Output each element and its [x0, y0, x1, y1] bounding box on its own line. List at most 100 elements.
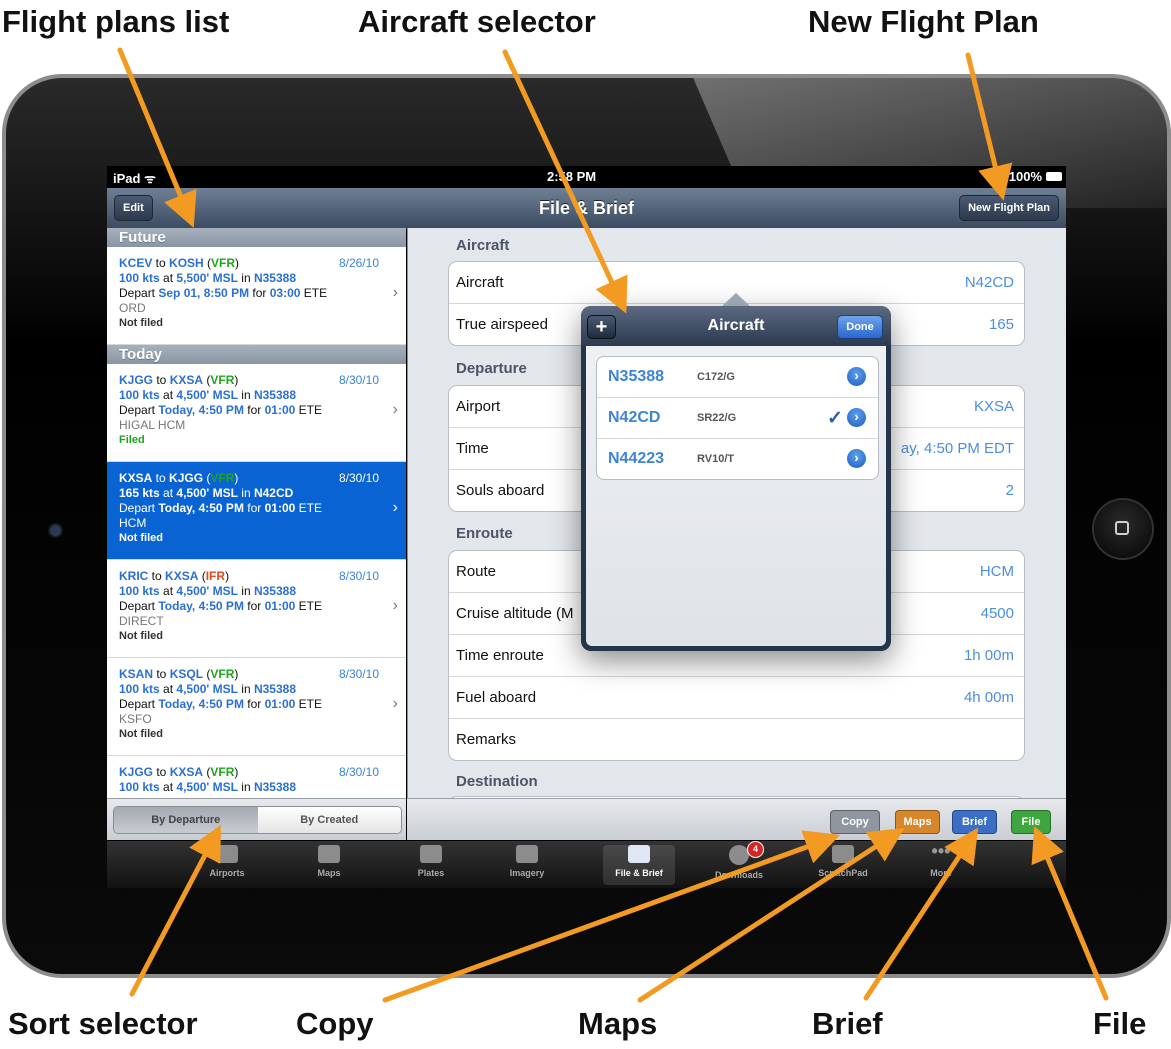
altitude: 4,500' MSL: [176, 486, 238, 500]
depart-time: Today, 4:50 PM: [158, 403, 244, 417]
section-header: Future: [107, 228, 406, 247]
speed-line: 100 kts at 4,500' MSL in N35388: [119, 780, 296, 794]
destination: KXSA: [169, 373, 204, 387]
tab-maps[interactable]: Maps: [293, 845, 365, 878]
done-button[interactable]: Done: [837, 315, 883, 339]
route-text: ORD: [119, 301, 146, 315]
tab-label: Downloads: [714, 870, 763, 880]
altitude: 4,500' MSL: [176, 682, 238, 696]
badge-count: 4: [747, 841, 764, 858]
ete: 01:00: [264, 697, 296, 711]
origin: KXSA: [119, 471, 153, 485]
speed: 165 kts: [119, 486, 160, 500]
tab-plates[interactable]: Plates: [395, 845, 467, 878]
cell-key: Aircraft: [456, 274, 504, 291]
destination: KXSA: [169, 765, 204, 779]
tab-downloads[interactable]: Downloads 4: [703, 841, 775, 880]
battery-percent: 100%: [1008, 169, 1042, 184]
filing-status: Not filed: [119, 630, 163, 642]
speed: 100 kts: [119, 584, 160, 598]
battery-icon: [1046, 172, 1062, 181]
callout-file: File: [1093, 1006, 1147, 1041]
new-flight-plan-button[interactable]: New Flight Plan: [959, 195, 1059, 221]
flight-plan-row[interactable]: KXSA to KJGG (VFR) 8/30/10 165 kts at 4,50…: [107, 462, 406, 560]
tab-airports[interactable]: Airports: [191, 845, 263, 878]
camera-icon: [50, 525, 61, 536]
aircraft-row[interactable]: N42CD SR22/G ✓ ›: [597, 398, 878, 439]
copy-button[interactable]: Copy: [830, 810, 880, 834]
remarks-cell[interactable]: Remarks: [449, 719, 1024, 760]
aircraft-type: RV10/T: [697, 453, 735, 465]
disclosure-icon[interactable]: ›: [847, 449, 866, 468]
flight-plan-row[interactable]: KJGG to KXSA (VFR) 8/30/10 100 kts at 4,50…: [107, 756, 406, 798]
scratchpad-icon: [832, 845, 854, 863]
cell-key: Time: [456, 440, 489, 457]
popover-arrow: [721, 293, 751, 307]
altitude: 4,500' MSL: [176, 584, 238, 598]
destination: KSQL: [169, 667, 204, 681]
cell-key: Remarks: [456, 731, 517, 748]
disclosure-icon[interactable]: ›: [847, 367, 866, 386]
depart-time: Today, 4:50 PM: [158, 599, 244, 613]
flight-plan-row[interactable]: KSAN to KSQL (VFR) 8/30/10 100 kts at 4,50…: [107, 658, 406, 756]
aircraft-type: C172/G: [697, 371, 735, 383]
flight-rules: VFR: [210, 765, 235, 779]
aircraft-list: N35388 C172/G › N42CD SR22/G ✓ › N44223 RV10/T ›: [596, 356, 879, 480]
filing-status: Not filed: [119, 532, 163, 544]
depart-time: Today, 4:50 PM: [158, 501, 244, 515]
sort-by-departure[interactable]: By Departure: [114, 807, 258, 833]
aircraft: N35388: [253, 584, 296, 598]
flight-rules: VFR: [210, 667, 235, 681]
flight-plans-list[interactable]: Future KCEV to KOSH (VFR) 8/26/10 100 kts a…: [107, 228, 406, 798]
flight-plan-row[interactable]: KRIC to KXSA (IFR) 8/30/10 100 kts at 4,50…: [107, 560, 406, 658]
flight-plan-row[interactable]: KCEV to KOSH (VFR) 8/26/10 100 kts at 5,50…: [107, 247, 406, 345]
fuel-aboard-cell[interactable]: Fuel aboard 4h 00m: [449, 677, 1024, 719]
brief-button[interactable]: Brief: [952, 810, 997, 834]
aircraft: N35388: [253, 682, 296, 696]
plan-date: 8/26/10: [338, 256, 379, 270]
tab-scratchpad[interactable]: ScratchPad: [807, 845, 879, 878]
altitude: 5,500' MSL: [176, 271, 238, 285]
tab-label: File & Brief: [615, 868, 663, 878]
home-button[interactable]: [1094, 500, 1152, 558]
popover-body: N35388 C172/G › N42CD SR22/G ✓ › N44223 RV10/T ›: [586, 346, 886, 646]
cell-key: Airport: [456, 398, 501, 415]
tab-imagery[interactable]: Imagery: [491, 845, 563, 878]
cell-key: Fuel aboard: [456, 689, 537, 706]
plates-icon: [420, 845, 442, 863]
tab-label: ScratchPad: [818, 868, 868, 878]
cell-value: 4500: [980, 605, 1014, 622]
speed-line: 100 kts at 5,500' MSL in N35388: [119, 271, 296, 285]
sort-by-created[interactable]: By Created: [257, 807, 401, 833]
flight-plan-row[interactable]: KJGG to KXSA (VFR) 8/30/10 100 kts at 4,50…: [107, 364, 406, 462]
aircraft-id: N35388: [608, 368, 665, 385]
aircraft-id: N44223: [608, 450, 665, 467]
disclosure-icon[interactable]: ›: [847, 408, 866, 427]
file-button[interactable]: File: [1011, 810, 1051, 834]
destination: KOSH: [169, 256, 204, 270]
tab-file-brief[interactable]: File & Brief: [603, 845, 675, 885]
callout-aircraft-selector: Aircraft selector: [358, 4, 596, 39]
sort-selector[interactable]: By Departure By Created: [113, 806, 402, 834]
cell-value: 4h 00m: [963, 689, 1014, 706]
cell-value: ay, 4:50 PM EDT: [900, 440, 1014, 457]
clock: 2:58 PM: [547, 169, 597, 184]
route-text: DIRECT: [119, 614, 164, 628]
filing-status: Not filed: [119, 728, 163, 740]
route-text: HIGAL HCM: [119, 418, 186, 432]
maps-button[interactable]: Maps: [895, 810, 940, 834]
chevron-right-icon: ›: [392, 695, 398, 712]
ete: 01:00: [264, 599, 296, 613]
aircraft-row[interactable]: N35388 C172/G ›: [597, 357, 878, 398]
aircraft-id: N42CD: [608, 409, 661, 426]
tab-more[interactable]: ••• More: [905, 842, 977, 878]
speed: 100 kts: [119, 780, 160, 794]
tab-label: Imagery: [509, 868, 545, 878]
callout-flight-plans-list: Flight plans list: [2, 4, 230, 39]
aircraft-row[interactable]: N44223 RV10/T ›: [597, 439, 878, 479]
chevron-right-icon: ›: [392, 284, 398, 301]
checkmark-icon: ✓: [827, 408, 843, 429]
origin: KSAN: [119, 667, 154, 681]
nav-bar: Edit File & Brief New Flight Plan: [107, 188, 1066, 229]
chevron-right-icon: ›: [392, 597, 398, 614]
